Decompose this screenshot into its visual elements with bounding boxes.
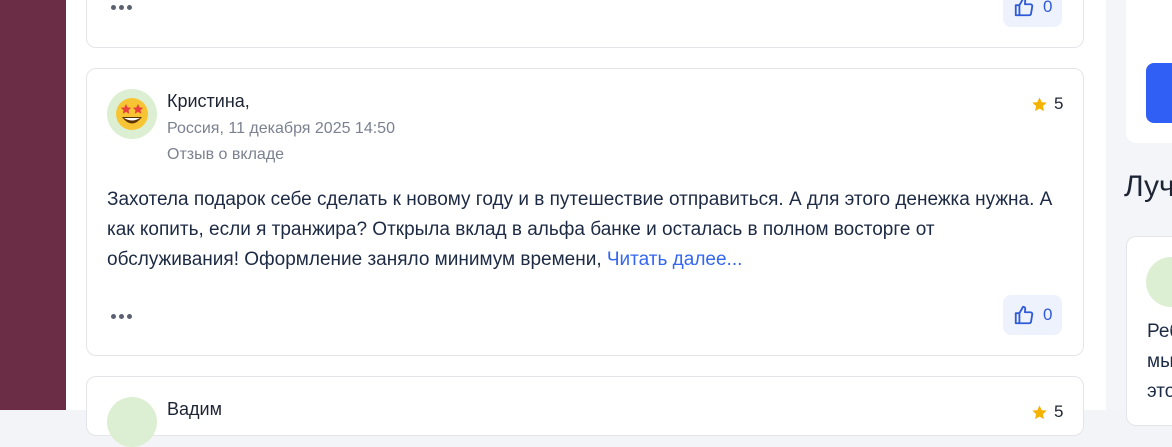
- sidebar-text-line: мы: [1147, 351, 1172, 372]
- star-struck-emoji-icon: [116, 98, 148, 130]
- review-body: Захотела подарок себе сделать к новому г…: [107, 189, 1053, 270]
- sidebar-text-line: это: [1147, 381, 1172, 402]
- review-card-previous: 0: [86, 0, 1084, 48]
- more-options-icon[interactable]: [111, 5, 132, 10]
- star-icon: [1032, 96, 1047, 111]
- like-count: 0: [1043, 0, 1053, 16]
- review-topic: Отзыв о вкладе: [167, 146, 285, 163]
- sidebar-review-text: Реб мы это: [1147, 317, 1172, 407]
- avatar: [107, 89, 157, 139]
- author-name: Кристина,: [167, 91, 250, 111]
- like-count: 0: [1043, 305, 1053, 324]
- sidebar-action-button[interactable]: [1146, 63, 1172, 123]
- like-button[interactable]: 0: [1003, 0, 1063, 27]
- rating-value: 5: [1054, 402, 1064, 421]
- rating-value: 5: [1054, 94, 1064, 113]
- like-button[interactable]: 0: [1003, 295, 1063, 335]
- sidebar-text-line: Реб: [1147, 321, 1172, 342]
- rating: 5: [1031, 402, 1063, 422]
- review-location-date: Россия, 11 декабря 2025 14:50: [167, 120, 395, 137]
- read-more-link[interactable]: Читать далее...: [607, 249, 743, 270]
- sidebar-heading: Луч: [1124, 170, 1172, 203]
- avatar: [107, 397, 157, 447]
- more-options-icon[interactable]: [111, 314, 132, 319]
- review-text: Захотела подарок себе сделать к новому г…: [107, 185, 1067, 275]
- thumbs-up-icon: [1014, 0, 1034, 17]
- rating: 5: [1031, 94, 1063, 114]
- star-icon: [1032, 404, 1047, 419]
- thumbs-up-icon: [1014, 305, 1034, 325]
- left-background-strip: [0, 0, 66, 410]
- review-card: Кристина, Россия, 11 декабря 2025 14:50 …: [86, 68, 1084, 356]
- review-card-next: Вадим 5: [86, 376, 1084, 447]
